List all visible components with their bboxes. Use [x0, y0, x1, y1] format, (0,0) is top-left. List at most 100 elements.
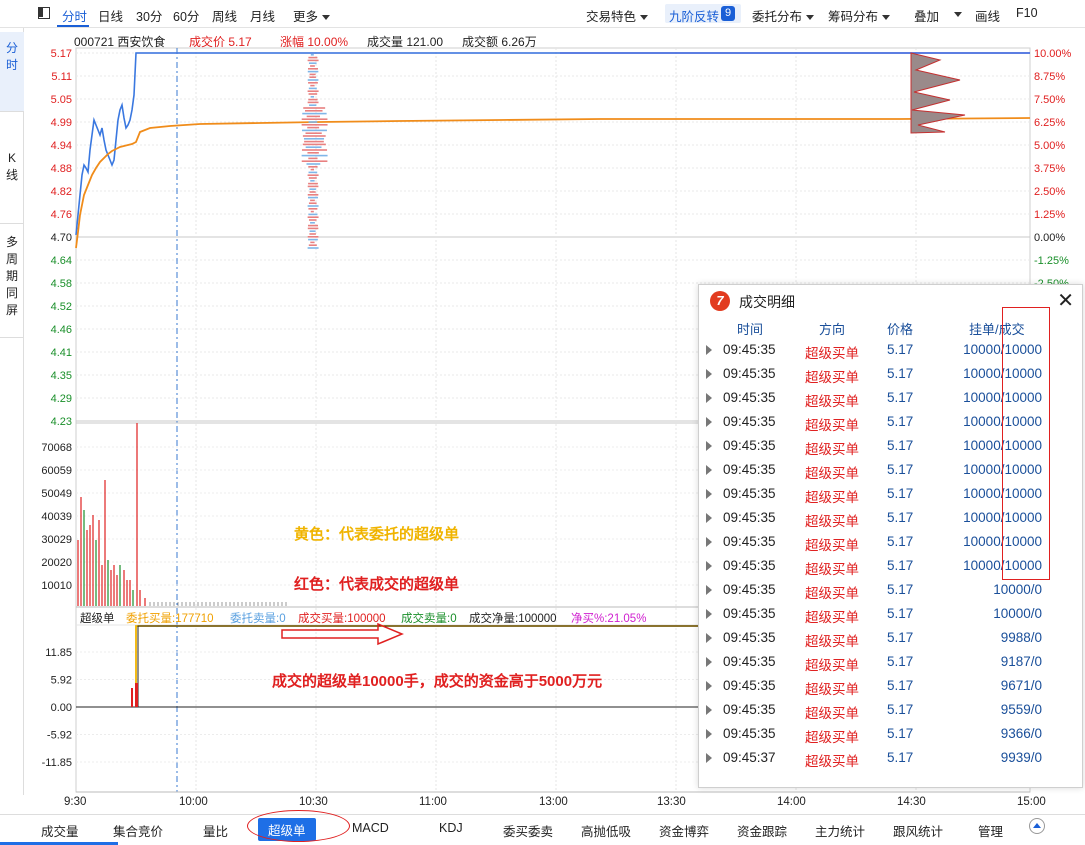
table-row[interactable]: 09:45:35 超级买单 5.17 9671/0	[699, 675, 1082, 699]
expand-triangle-icon[interactable]	[706, 369, 712, 379]
time-label: 11:00	[419, 796, 447, 808]
expand-triangle-icon[interactable]	[706, 513, 712, 523]
orderbook-bar	[308, 238, 318, 241]
time-label: 14:30	[897, 796, 926, 808]
chevron-up-icon[interactable]	[1029, 818, 1045, 834]
row-direction: 超级买单	[805, 586, 859, 601]
orderbook-bar	[309, 188, 316, 190]
btab-jihejingjia[interactable]: 集合竞价	[113, 821, 163, 840]
price-tick-label: 5.05	[51, 94, 72, 106]
orderbook-bar	[308, 171, 318, 174]
time-label: 10:00	[179, 796, 208, 808]
row-time: 09:45:35	[723, 390, 776, 405]
volume-tick-label: 30029	[41, 534, 72, 546]
btab-guanli[interactable]: 管理	[978, 821, 1003, 840]
btab-liangbi[interactable]: 量比	[203, 821, 228, 840]
row-time: 09:45:35	[723, 342, 776, 357]
row-direction: 超级买单	[805, 442, 859, 457]
btab-zijinboyi[interactable]: 资金博弈	[659, 821, 709, 840]
orderbook-bar	[301, 124, 328, 126]
col-price: 价格	[887, 322, 914, 337]
expand-triangle-icon[interactable]	[706, 561, 712, 571]
orderbook-bar	[308, 157, 318, 160]
row-qty: 9988/0	[1000, 630, 1042, 645]
time-label: 13:00	[539, 796, 568, 808]
super-tick-label: 11.85	[45, 647, 72, 659]
row-direction: 超级买单	[805, 490, 859, 505]
super-net: 成交净量:100000	[469, 613, 557, 625]
btab-chengjiaoliang[interactable]: 成交量	[41, 821, 79, 840]
expand-triangle-icon[interactable]	[706, 393, 712, 403]
expand-triangle-icon[interactable]	[706, 465, 712, 475]
chip-distribution	[910, 52, 966, 134]
expand-triangle-icon[interactable]	[706, 753, 712, 763]
table-row[interactable]: 09:45:35 超级买单 5.17 10000/0	[699, 579, 1082, 603]
table-row[interactable]: 09:45:35 超级买单 5.17 10000/0	[699, 603, 1082, 627]
orderbook-bar	[307, 59, 319, 62]
btab-genfengtongji[interactable]: 跟风统计	[893, 821, 943, 840]
table-row[interactable]: 09:45:35 超级买单 5.17 9187/0	[699, 651, 1082, 675]
super-sell-entrust: 委托卖量:0	[230, 613, 286, 625]
orderbook-bar	[310, 65, 315, 67]
table-row[interactable]: 09:45:35 超级买单 5.17 9559/0	[699, 699, 1082, 723]
price-tick-label: 4.46	[51, 324, 72, 336]
table-row[interactable]: 09:45:35 超级买单 5.17 9988/0	[699, 627, 1082, 651]
expand-triangle-icon[interactable]	[706, 681, 712, 691]
expand-triangle-icon[interactable]	[706, 489, 712, 499]
btab-zijingenzong[interactable]: 资金跟踪	[737, 821, 787, 840]
orderbook-bar	[309, 233, 316, 235]
btab-zhulitongji[interactable]: 主力统计	[815, 821, 865, 840]
orderbook-bar	[307, 90, 319, 92]
close-icon[interactable]: ✕	[1057, 288, 1074, 313]
orderbook-bar	[304, 110, 323, 112]
col-direction: 方向	[819, 322, 846, 337]
price-tick-label: 4.23	[51, 416, 72, 428]
expand-triangle-icon[interactable]	[706, 657, 712, 667]
trade-detail-popup[interactable]: 7 成交明细 ✕ 时间 方向 价格 挂单/成交 09:45:35 超级买单 5.17…	[698, 284, 1083, 788]
annotation-deal: 成交的超级单10000手，成交的资金高于5000万元	[272, 673, 603, 690]
super-buy-deal: 成交买量:100000	[298, 613, 386, 625]
table-row[interactable]: 09:45:35 超级买单 5.17 9366/0	[699, 723, 1082, 747]
row-direction: 超级买单	[805, 682, 859, 697]
super-tick-label: 5.92	[51, 675, 72, 687]
row-direction: 超级买单	[805, 658, 859, 673]
row-direction: 超级买单	[805, 346, 859, 361]
row-qty: 9366/0	[1000, 726, 1042, 741]
row-direction: 超级买单	[805, 562, 859, 577]
expand-triangle-icon[interactable]	[706, 609, 712, 619]
expand-triangle-icon[interactable]	[706, 537, 712, 547]
expand-triangle-icon[interactable]	[706, 633, 712, 643]
table-row[interactable]: 09:45:37 超级买单 5.17 9939/0	[699, 747, 1082, 771]
row-price: 5.17	[887, 366, 914, 381]
expand-triangle-icon[interactable]	[706, 441, 712, 451]
orderbook-bar	[307, 101, 319, 104]
btab-kdj[interactable]: KDJ	[439, 821, 463, 835]
expand-triangle-icon[interactable]	[706, 345, 712, 355]
btab-macd[interactable]: MACD	[352, 821, 389, 835]
pct-tick-label: 7.50%	[1034, 94, 1065, 106]
highlight-box	[1002, 307, 1050, 580]
row-time: 09:45:35	[723, 726, 776, 741]
annotation-yellow: 黄色：代表委托的超级单	[294, 526, 460, 543]
btab-weimaiweimai[interactable]: 委买委卖	[503, 821, 553, 840]
expand-triangle-icon[interactable]	[706, 729, 712, 739]
orderbook-bar	[305, 132, 322, 134]
orderbook-bar	[310, 241, 315, 244]
btab-gaopaodixi[interactable]: 高抛低吸	[581, 821, 631, 840]
expand-triangle-icon[interactable]	[706, 705, 712, 715]
orderbook-bar	[302, 112, 327, 115]
row-price: 5.17	[887, 414, 914, 429]
row-price: 5.17	[887, 486, 914, 501]
expand-triangle-icon[interactable]	[706, 585, 712, 595]
expand-triangle-icon[interactable]	[706, 417, 712, 427]
pct-tick-label: 6.25%	[1034, 117, 1065, 129]
orderbook-bar	[308, 121, 318, 123]
orderbook-bar	[301, 118, 328, 120]
pct-tick-label: 8.75%	[1034, 71, 1065, 83]
row-direction: 超级买单	[805, 514, 859, 529]
orderbook-bar	[310, 168, 315, 171]
volume-tick-label: 50049	[41, 488, 72, 500]
orderbook-bar	[307, 205, 319, 207]
row-price: 5.17	[887, 678, 914, 693]
volume-tick-label: 40039	[41, 511, 72, 523]
